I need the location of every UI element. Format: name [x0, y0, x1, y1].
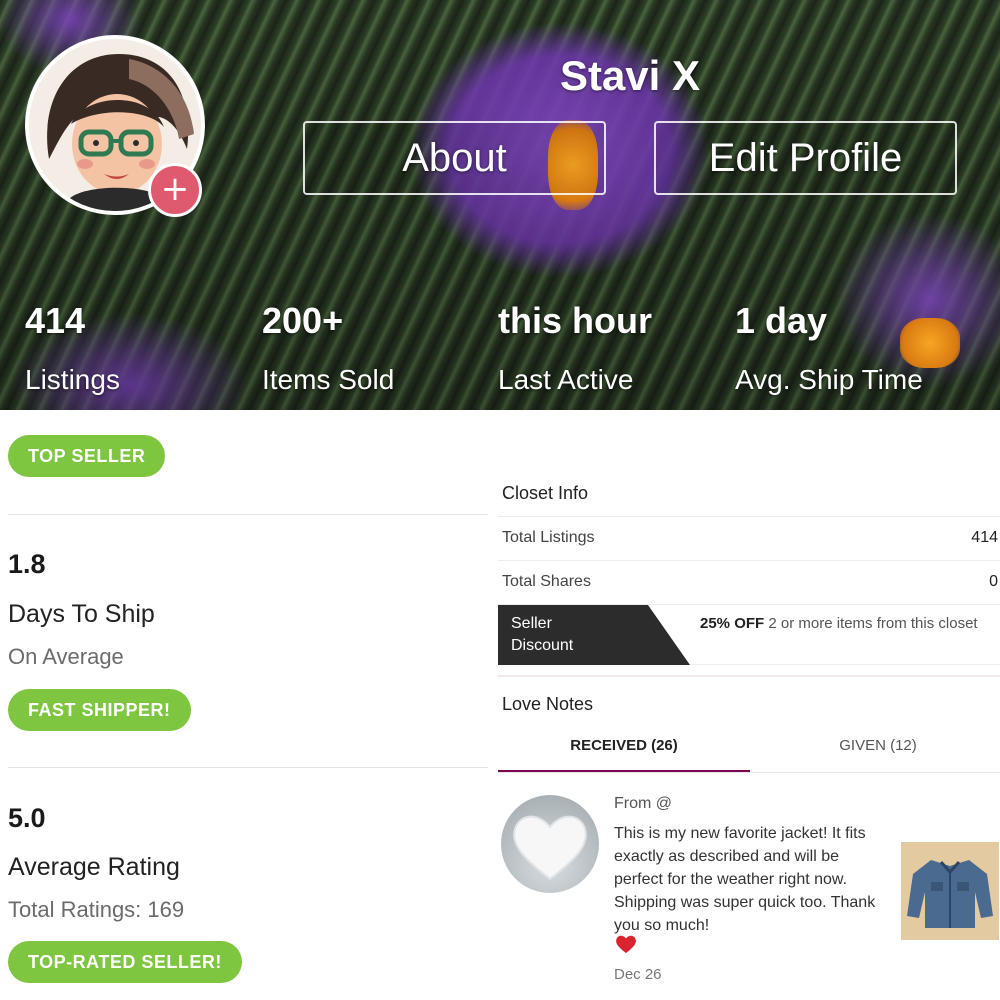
- note-author-avatar[interactable]: [501, 795, 599, 893]
- stat-listings[interactable]: 414 Listings: [25, 300, 120, 396]
- stat-label: Last Active: [498, 364, 634, 395]
- white-heart-icon: [513, 815, 587, 881]
- top-seller-badge: TOP SELLER: [8, 435, 166, 477]
- profile-header: + Stavi X About Edit Profile 414 Listing…: [0, 0, 1000, 410]
- divider: [8, 514, 488, 515]
- days-to-ship-title: Days To Ship: [8, 600, 155, 628]
- total-shares-row: Total Shares 0: [498, 561, 1000, 605]
- stat-label: Avg. Ship Time: [735, 364, 923, 395]
- divider: [498, 772, 1000, 773]
- divider: [8, 767, 488, 768]
- stat-value: 200+: [262, 300, 344, 341]
- row-value: 414: [971, 529, 998, 546]
- total-listings-row: Total Listings 414: [498, 517, 1000, 561]
- total-ratings: Total Ratings: 169: [8, 897, 185, 922]
- top-rated-badge: TOP-RATED SELLER!: [8, 941, 242, 983]
- tab-received[interactable]: RECEIVED (26): [498, 737, 750, 773]
- stat-label: Items Sold: [262, 364, 395, 395]
- tab-given[interactable]: GIVEN (12): [756, 737, 1000, 773]
- username: Stavi X: [559, 52, 701, 99]
- rating-value: 5.0: [8, 803, 46, 833]
- seller-discount-text: 25% OFF 2 or more items from this closet: [700, 613, 1000, 635]
- love-notes-title: Love Notes: [502, 694, 594, 714]
- row-label: Total Shares: [502, 573, 591, 590]
- note-body: This is my new favorite jacket! It fits …: [614, 825, 876, 934]
- days-to-ship-sub: On Average: [8, 644, 124, 669]
- note-item-thumbnail[interactable]: [901, 842, 999, 940]
- row-label: Total Listings: [502, 529, 595, 546]
- seller-discount-tag-line: Seller: [511, 615, 552, 632]
- stat-items-sold[interactable]: 200+ Items Sold: [262, 300, 394, 396]
- row-value: 0: [989, 573, 998, 590]
- stat-label: Listings: [25, 364, 120, 395]
- divider: [498, 675, 1000, 677]
- edit-profile-button[interactable]: Edit Profile: [654, 121, 957, 195]
- discount-description: 2 or more items from this closet: [764, 615, 978, 632]
- seller-discount-row: Seller Discount 25% OFF 2 or more items …: [498, 605, 1000, 665]
- about-button[interactable]: About: [303, 121, 606, 195]
- stat-value: 414: [25, 300, 86, 341]
- stat-value: this hour: [498, 300, 652, 341]
- discount-highlight: 25% OFF: [700, 615, 765, 632]
- denim-jacket-thumbnail: [901, 842, 999, 940]
- red-heart-icon: [616, 935, 636, 953]
- rating-title: Average Rating: [8, 853, 180, 881]
- seller-discount-tag-line: Discount: [511, 637, 574, 654]
- add-photo-button[interactable]: +: [148, 163, 202, 217]
- note-from[interactable]: From @: [614, 795, 672, 813]
- note-date: Dec 26: [614, 966, 662, 983]
- stat-value: 1 day: [735, 300, 828, 341]
- closet-info-title: Closet Info: [502, 483, 589, 503]
- stat-avg-ship-time: 1 day Avg. Ship Time: [735, 300, 923, 396]
- fast-shipper-badge: FAST SHIPPER!: [8, 689, 191, 731]
- stat-last-active: this hour Last Active: [498, 300, 652, 396]
- seller-discount-tag: Seller Discount: [498, 605, 690, 665]
- days-to-ship-value: 1.8: [8, 549, 46, 579]
- plus-icon: +: [160, 169, 190, 209]
